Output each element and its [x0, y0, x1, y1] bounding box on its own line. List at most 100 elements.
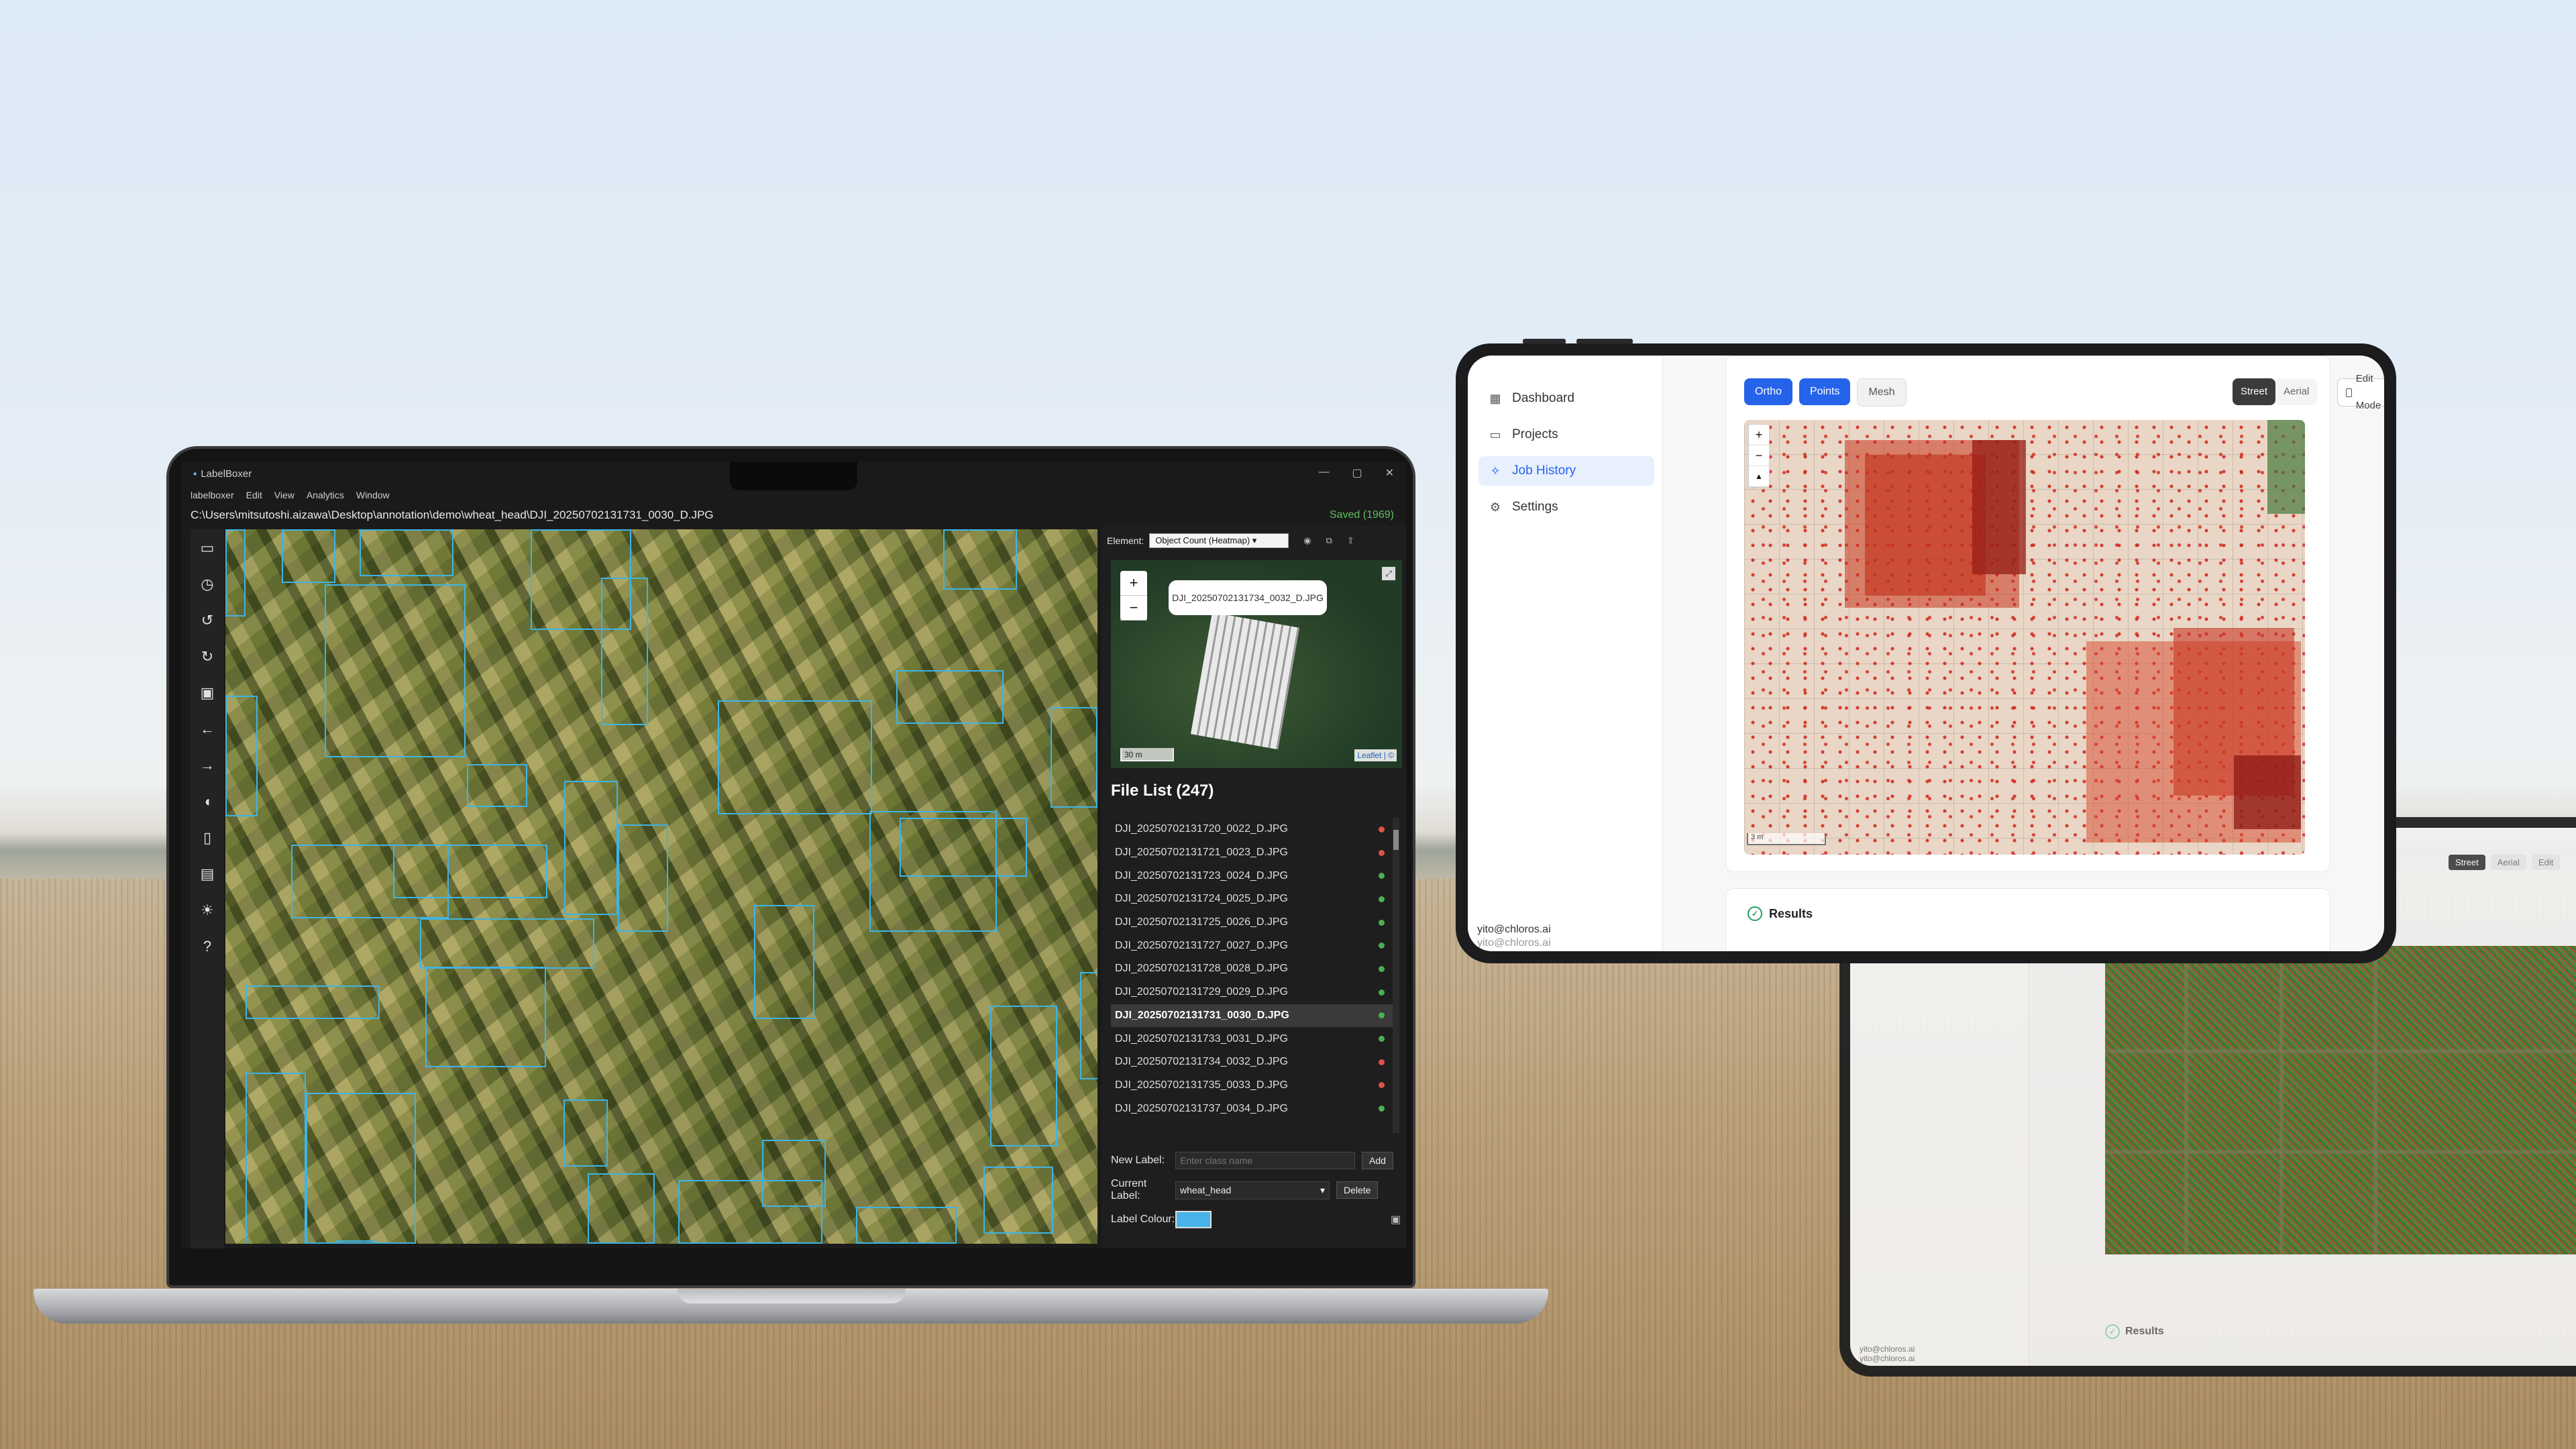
zoom-in-button[interactable]: +: [1749, 425, 1769, 445]
nav-job-history[interactable]: ✧ Job History: [1479, 456, 1654, 486]
bounding-box[interactable]: [869, 811, 997, 932]
close-button[interactable]: ✕: [1385, 466, 1394, 480]
current-label-select[interactable]: wheat_head ▾: [1175, 1181, 1330, 1199]
bounding-box[interactable]: [282, 529, 335, 583]
points-button[interactable]: Points: [1799, 378, 1851, 405]
bounding-box[interactable]: [943, 529, 1017, 590]
bounding-box[interactable]: [856, 1207, 957, 1244]
bounding-box[interactable]: [588, 1173, 655, 1244]
bounding-box[interactable]: [306, 1093, 416, 1244]
bounding-box[interactable]: [990, 1006, 1057, 1146]
results-header[interactable]: ✓ Results: [1748, 906, 1813, 921]
chart-icon[interactable]: ▤: [197, 863, 218, 885]
minimap-zoom-in[interactable]: +: [1120, 571, 1147, 596]
bounding-box[interactable]: [246, 1073, 306, 1244]
bounding-box[interactable]: [601, 578, 648, 725]
back-aerial-chip[interactable]: Aerial: [2490, 855, 2526, 870]
expand-icon[interactable]: ⤢: [1382, 567, 1395, 580]
brightness-icon[interactable]: ☀: [197, 900, 218, 921]
file-list-item[interactable]: DJI_20250702131737_0034_D.JPG: [1111, 1097, 1399, 1120]
maximize-button[interactable]: ▢: [1352, 466, 1362, 480]
label-icon[interactable]: ◖: [197, 791, 218, 812]
menu-analytics[interactable]: Analytics: [307, 490, 344, 500]
file-list-item[interactable]: DJI_20250702131727_0027_D.JPG: [1111, 934, 1399, 957]
scroll-thumb[interactable]: [1393, 830, 1399, 850]
bounding-box[interactable]: [1080, 972, 1097, 1079]
menu-labelboxer[interactable]: labelboxer: [191, 490, 234, 500]
bounding-box[interactable]: [225, 529, 246, 616]
edit-mode-button[interactable]: Edit Mode: [2337, 373, 2384, 411]
bounding-box[interactable]: [718, 700, 872, 814]
add-button[interactable]: Add: [1362, 1152, 1393, 1169]
file-list-scrollbar[interactable]: [1393, 818, 1399, 1133]
bounding-box[interactable]: [420, 918, 594, 969]
label-colour-swatch[interactable]: [1175, 1211, 1212, 1228]
redo-icon[interactable]: ↻: [197, 646, 218, 667]
nav-settings[interactable]: ⚙ Settings: [1479, 492, 1654, 522]
file-list-item[interactable]: DJI_20250702131729_0029_D.JPG: [1111, 981, 1399, 1004]
folder-icon[interactable]: ▭: [197, 537, 218, 559]
element-select[interactable]: Object Count (Heatmap) ▾: [1149, 533, 1289, 548]
file-list-item[interactable]: DJI_20250702131728_0028_D.JPG: [1111, 957, 1399, 981]
ortho-button[interactable]: Ortho: [1744, 378, 1793, 405]
save-icon[interactable]: ▣: [197, 682, 218, 704]
file-list-item[interactable]: DJI_20250702131733_0031_D.JPG: [1111, 1027, 1399, 1051]
zoom-out-button[interactable]: −: [1749, 445, 1769, 466]
menu-edit[interactable]: Edit: [246, 490, 262, 500]
minimap-zoom-out[interactable]: −: [1120, 596, 1147, 621]
file-list-item[interactable]: DJI_20250702131723_0024_D.JPG: [1111, 864, 1399, 888]
bounding-box[interactable]: [564, 1099, 608, 1167]
bounding-box[interactable]: [246, 985, 380, 1019]
leaflet-attribution[interactable]: Leaflet | ©: [1354, 749, 1397, 761]
compass-icon[interactable]: ▲: [1749, 466, 1769, 487]
map-icon[interactable]: ▯: [197, 827, 218, 849]
minimize-button[interactable]: —: [1318, 466, 1329, 480]
bounding-box[interactable]: [425, 967, 546, 1067]
history-icon[interactable]: ◷: [197, 574, 218, 595]
bounding-box[interactable]: [754, 905, 814, 1019]
bounding-box[interactable]: [225, 696, 258, 816]
bounding-box[interactable]: [336, 1240, 376, 1244]
bounding-box[interactable]: [618, 824, 668, 932]
back-street-chip[interactable]: Street: [2449, 855, 2485, 870]
nav-projects[interactable]: ▭ Projects: [1479, 420, 1654, 449]
file-list-item[interactable]: DJI_20250702131720_0022_D.JPG: [1111, 818, 1399, 841]
aerial-button[interactable]: Aerial: [2275, 378, 2318, 405]
help-icon[interactable]: ?: [197, 936, 218, 957]
nav-dashboard[interactable]: ▦ Dashboard: [1479, 384, 1654, 413]
user-account[interactable]: yito@chloros.ai yito@chloros.ai: [1477, 923, 1551, 950]
copy-icon[interactable]: ⧉: [1326, 535, 1332, 546]
menu-view[interactable]: View: [274, 490, 294, 500]
file-list-item[interactable]: DJI_20250702131725_0026_D.JPG: [1111, 911, 1399, 934]
image-icon[interactable]: ▣: [1391, 1213, 1401, 1226]
bounding-box[interactable]: [393, 845, 547, 898]
file-list-item[interactable]: DJI_20250702131721_0023_D.JPG: [1111, 841, 1399, 865]
back-edit-chip[interactable]: Edit: [2531, 855, 2561, 870]
bounding-box[interactable]: [467, 764, 527, 807]
arrow-right-icon[interactable]: →: [197, 755, 218, 776]
arrow-left-icon[interactable]: ←: [197, 718, 218, 740]
minimap[interactable]: + − DJI_20250702131734_0032_D.JPG ⤢ 30 m…: [1111, 560, 1402, 768]
points-heatmap-map[interactable]: + − ▲ 3 m: [1744, 420, 2305, 855]
menu-window[interactable]: Window: [356, 490, 390, 500]
bounding-box[interactable]: [983, 1167, 1053, 1234]
street-button[interactable]: Street: [2233, 378, 2276, 405]
file-list-item[interactable]: DJI_20250702131734_0032_D.JPG: [1111, 1051, 1399, 1074]
visibility-icon[interactable]: ◉: [1303, 535, 1311, 546]
bounding-box[interactable]: [360, 529, 453, 576]
file-list-item[interactable]: DJI_20250702131724_0025_D.JPG: [1111, 888, 1399, 911]
bounding-box[interactable]: [1051, 707, 1097, 808]
mesh-button[interactable]: Mesh: [1857, 378, 1907, 407]
file-list-item[interactable]: DJI_20250702131735_0033_D.JPG: [1111, 1074, 1399, 1097]
new-label-input[interactable]: [1175, 1152, 1355, 1169]
export-icon[interactable]: ⇪: [1347, 535, 1354, 546]
bounding-box[interactable]: [896, 670, 1004, 724]
annotation-canvas[interactable]: [225, 529, 1097, 1244]
delete-button[interactable]: Delete: [1336, 1181, 1379, 1199]
bounding-box[interactable]: [325, 584, 466, 757]
bounding-box[interactable]: [762, 1140, 826, 1207]
file-list-item[interactable]: DJI_20250702131731_0030_D.JPG: [1111, 1004, 1399, 1028]
bounding-box[interactable]: [564, 781, 618, 915]
back-tablet-ndvi-map[interactable]: [2105, 946, 2576, 1254]
undo-icon[interactable]: ↺: [197, 610, 218, 631]
